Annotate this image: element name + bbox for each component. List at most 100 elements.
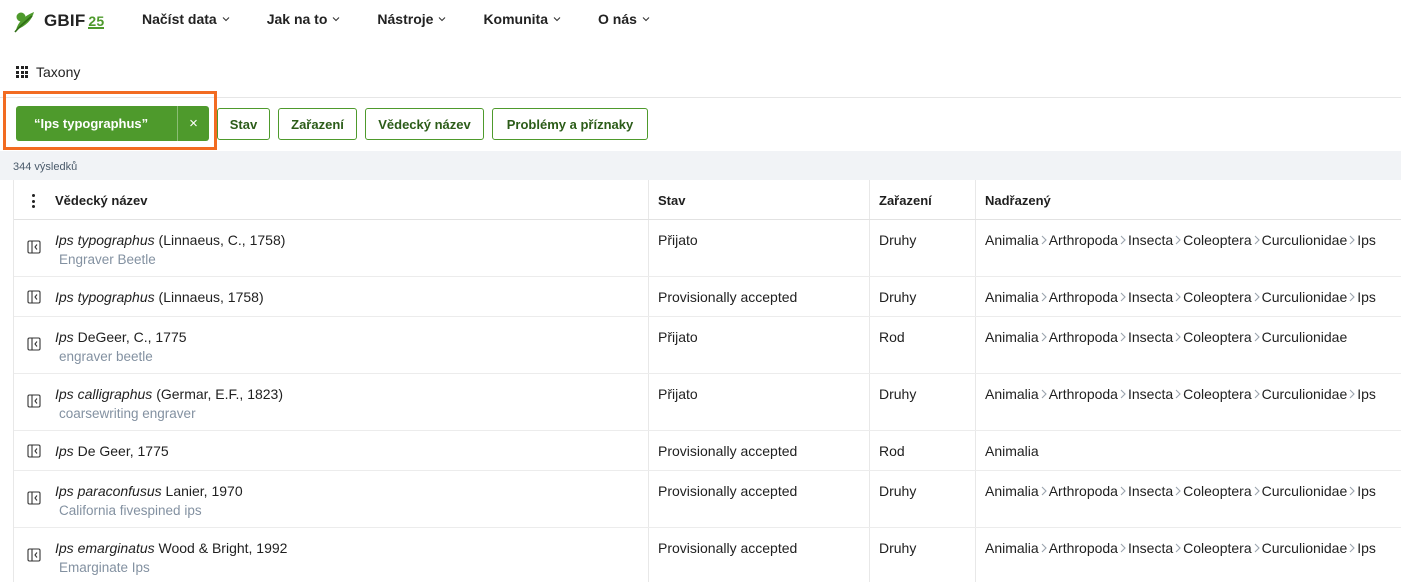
column-header-rank[interactable]: Zařazení (879, 180, 932, 220)
table-row[interactable]: Ips paraconfusus Lanier, 1970 California … (14, 471, 1401, 528)
chevron-right-icon (1347, 541, 1357, 555)
rank-cell: Rod (879, 329, 905, 345)
parent-taxon-link[interactable]: Ips (1357, 289, 1376, 305)
parent-taxon-link[interactable]: Insecta (1128, 289, 1173, 305)
vernacular-name: California fivespined ips (59, 503, 202, 518)
more-options-icon[interactable] (31, 194, 35, 208)
authorship: (Germar, E.F., 1823) (156, 386, 284, 402)
parent-taxon-link[interactable]: Arthropoda (1049, 329, 1118, 345)
nav-item-about[interactable]: O nás (598, 11, 650, 27)
genus: Ips (55, 232, 74, 248)
parent-taxon-link[interactable]: Curculionidae (1262, 483, 1348, 499)
parent-taxon-link[interactable]: Ips (1357, 540, 1376, 556)
parents-breadcrumb: Animalia Arthropoda Insecta Coleoptera Curcu… (985, 540, 1376, 556)
parent-taxon-link[interactable]: Coleoptera (1183, 232, 1252, 248)
parent-taxon-link[interactable]: Curculionidae (1262, 540, 1348, 556)
apps-grid-icon[interactable] (16, 66, 28, 78)
nav-item-label: Jak na to (266, 11, 328, 27)
parent-taxon-link[interactable]: Arthropoda (1049, 289, 1118, 305)
active-filter-chip[interactable]: “Ips typographus” × (16, 106, 209, 141)
scientific-name[interactable]: Ips De Geer, 1775 (55, 443, 169, 459)
gbif-logo[interactable]: GBIF 25 (12, 8, 105, 34)
scientific-name[interactable]: Ips DeGeer, C., 1775 (55, 329, 187, 345)
scientific-name-cell[interactable]: Ips DeGeer, C., 1775 engraver beetle (55, 329, 187, 364)
table-row[interactable]: Ips emarginatus Wood & Bright, 1992 Emarg… (14, 528, 1401, 582)
scientific-name-cell[interactable]: Ips calligraphus (Germar, E.F., 1823) coa… (55, 386, 283, 421)
scientific-name-cell[interactable]: Ips typographus (Linnaeus, C., 1758) Engr… (55, 232, 285, 267)
filter-scientific-name-button[interactable]: Vědecký název (365, 108, 484, 140)
table-row[interactable]: Ips DeGeer, C., 1775 engraver beetle Přija… (14, 317, 1401, 374)
parent-taxon-link[interactable]: Animalia (985, 386, 1039, 402)
active-filter-label[interactable]: “Ips typographus” (16, 116, 177, 131)
parent-taxon-link[interactable]: Ips (1357, 386, 1376, 402)
parent-taxon-link[interactable]: Ips (1357, 483, 1376, 499)
close-icon[interactable]: × (177, 106, 209, 141)
parent-taxon-link[interactable]: Animalia (985, 483, 1039, 499)
column-header-parents[interactable]: Nadřazený (985, 180, 1051, 220)
nav-item-load-data[interactable]: Načíst data (142, 11, 230, 27)
parent-taxon-link[interactable]: Curculionidae (1262, 289, 1348, 305)
parent-taxon-link[interactable]: Insecta (1128, 329, 1173, 345)
table-row[interactable]: Ips typographus (Linnaeus, C., 1758) Engr… (14, 220, 1401, 277)
column-header-scientific-name[interactable]: Vědecký název (55, 180, 148, 220)
scientific-name[interactable]: Ips typographus (Linnaeus, 1758) (55, 289, 264, 305)
parents-breadcrumb: Animalia Arthropoda Insecta Coleoptera Curcu… (985, 232, 1376, 248)
nav-item-how-to[interactable]: Jak na to (267, 11, 341, 27)
main-menu: Načíst data Jak na to Nástroje Komunita … (142, 11, 687, 27)
panel-expand-icon[interactable] (27, 444, 41, 458)
scientific-name[interactable]: Ips paraconfusus Lanier, 1970 (55, 483, 243, 499)
scientific-name-cell[interactable]: Ips typographus (Linnaeus, 1758) (55, 289, 264, 305)
vernacular-name: engraver beetle (59, 349, 153, 364)
filter-status-button[interactable]: Stav (217, 108, 270, 140)
panel-expand-icon[interactable] (27, 240, 41, 254)
table-row[interactable]: Ips calligraphus (Germar, E.F., 1823) coa… (14, 374, 1401, 431)
filter-issues-button[interactable]: Problémy a příznaky (492, 108, 648, 140)
parent-taxon-link[interactable]: Curculionidae (1262, 232, 1348, 248)
table-row[interactable]: Ips De Geer, 1775 Provisionally accepted R… (14, 431, 1401, 471)
parent-taxon-link[interactable]: Insecta (1128, 386, 1173, 402)
panel-expand-icon[interactable] (27, 337, 41, 351)
scientific-name[interactable]: Ips emarginatus Wood & Bright, 1992 (55, 540, 287, 556)
parent-taxon-link[interactable]: Ips (1357, 232, 1376, 248)
table-row[interactable]: Ips typographus (Linnaeus, 1758) Provisio… (14, 277, 1401, 317)
parent-taxon-link[interactable]: Insecta (1128, 540, 1173, 556)
nav-item-community[interactable]: Komunita (483, 11, 561, 27)
authorship: (Linnaeus, 1758) (158, 289, 264, 305)
parents-breadcrumb: Animalia Arthropoda Insecta Coleoptera Curcu… (985, 329, 1347, 345)
parent-taxon-link[interactable]: Arthropoda (1049, 386, 1118, 402)
column-header-status[interactable]: Stav (658, 180, 685, 220)
filter-rank-button[interactable]: Zařazení (278, 108, 357, 140)
scientific-name[interactable]: Ips typographus (Linnaeus, C., 1758) (55, 232, 285, 248)
taxa-table: Vědecký název Stav Zařazení Nadřazený Ip… (13, 180, 1401, 582)
brand-badge: 25 (88, 13, 105, 29)
parent-taxon-link[interactable]: Arthropoda (1049, 232, 1118, 248)
scientific-name-cell[interactable]: Ips paraconfusus Lanier, 1970 California … (55, 483, 243, 518)
parent-taxon-link[interactable]: Animalia (985, 443, 1039, 459)
parent-taxon-link[interactable]: Insecta (1128, 232, 1173, 248)
panel-expand-icon[interactable] (27, 290, 41, 304)
panel-expand-icon[interactable] (27, 491, 41, 505)
parent-taxon-link[interactable]: Animalia (985, 540, 1039, 556)
parent-taxon-link[interactable]: Curculionidae (1262, 329, 1348, 345)
parent-taxon-link[interactable]: Coleoptera (1183, 540, 1252, 556)
scientific-name-cell[interactable]: Ips De Geer, 1775 (55, 443, 169, 459)
scientific-name[interactable]: Ips calligraphus (Germar, E.F., 1823) (55, 386, 283, 402)
breadcrumb-label: Taxony (36, 64, 81, 80)
nav-item-tools[interactable]: Nástroje (377, 11, 446, 27)
scientific-name-cell[interactable]: Ips emarginatus Wood & Bright, 1992 Emarg… (55, 540, 287, 575)
panel-expand-icon[interactable] (27, 548, 41, 562)
parent-taxon-link[interactable]: Coleoptera (1183, 329, 1252, 345)
parent-taxon-link[interactable]: Curculionidae (1262, 386, 1348, 402)
parent-taxon-link[interactable]: Coleoptera (1183, 483, 1252, 499)
parent-taxon-link[interactable]: Coleoptera (1183, 386, 1252, 402)
parent-taxon-link[interactable]: Animalia (985, 232, 1039, 248)
parent-taxon-link[interactable]: Animalia (985, 289, 1039, 305)
parent-taxon-link[interactable]: Arthropoda (1049, 540, 1118, 556)
parent-taxon-link[interactable]: Insecta (1128, 483, 1173, 499)
rank-cell: Rod (879, 443, 905, 459)
panel-expand-icon[interactable] (27, 394, 41, 408)
parent-taxon-link[interactable]: Coleoptera (1183, 289, 1252, 305)
parent-taxon-link[interactable]: Arthropoda (1049, 483, 1118, 499)
authorship: DeGeer, C., 1775 (77, 329, 187, 345)
parent-taxon-link[interactable]: Animalia (985, 329, 1039, 345)
